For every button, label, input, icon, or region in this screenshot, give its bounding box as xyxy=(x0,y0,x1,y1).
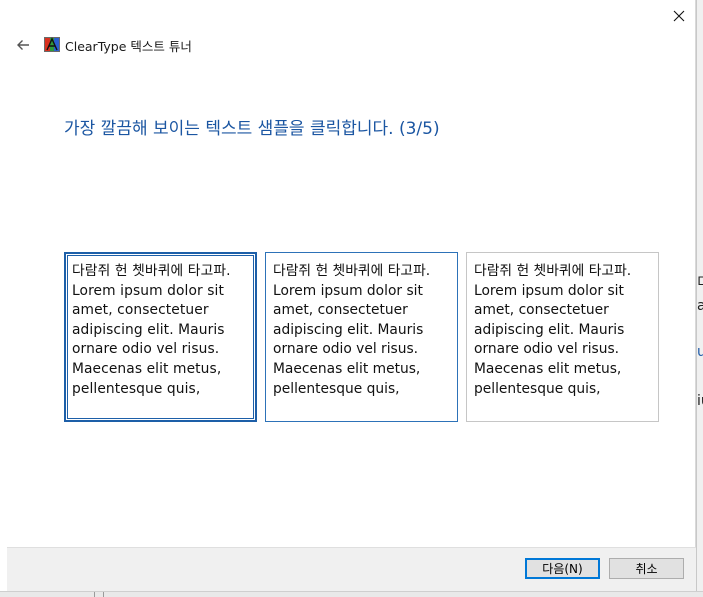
back-arrow-icon xyxy=(17,40,29,50)
text-sample-2[interactable]: 다람쥐 헌 쳇바퀴에 타고파. Lorem ipsum dolor sit am… xyxy=(265,252,458,422)
taskbar-edge xyxy=(0,591,703,597)
app-title: ClearType 텍스트 튜너 xyxy=(65,39,192,54)
dialog-footer: 다음(N) 취소 xyxy=(7,547,696,591)
text-sample-3[interactable]: 다람쥐 헌 쳇바퀴에 타고파. Lorem ipsum dolor sit am… xyxy=(466,252,659,422)
cancel-button[interactable]: 취소 xyxy=(609,558,684,579)
cleartype-tuner-dialog: ClearType 텍스트 튜너 가장 깔끔해 보이는 텍스트 샘플을 클릭합니… xyxy=(7,0,696,591)
text-sample-1[interactable]: 다람쥐 헌 쳇바퀴에 타고파. Lorem ipsum dolor sit am… xyxy=(64,252,257,422)
cleartype-icon xyxy=(44,37,60,52)
sample-text: 다람쥐 헌 쳇바퀴에 타고파. Lorem ipsum dolor sit am… xyxy=(273,263,431,397)
close-icon xyxy=(673,10,685,22)
background-window-text: iu xyxy=(697,393,703,409)
background-window-text: a xyxy=(697,298,703,314)
sample-text: 다람쥐 헌 쳇바퀴에 타고파. Lorem ipsum dolor sit am… xyxy=(474,263,632,397)
taskbar-divider xyxy=(103,592,104,597)
background-window-text: u xyxy=(697,344,703,360)
close-button[interactable] xyxy=(663,2,695,30)
back-button[interactable] xyxy=(12,34,34,56)
taskbar-divider xyxy=(94,592,95,597)
next-button[interactable]: 다음(N) xyxy=(525,558,600,579)
sample-text: 다람쥐 헌 쳇바퀴에 타고파. Lorem ipsum dolor sit am… xyxy=(72,263,231,397)
page-instruction: 가장 깔끔해 보이는 텍스트 샘플을 클릭합니다. (3/5) xyxy=(64,119,440,139)
background-window-text: 디 xyxy=(697,272,703,292)
